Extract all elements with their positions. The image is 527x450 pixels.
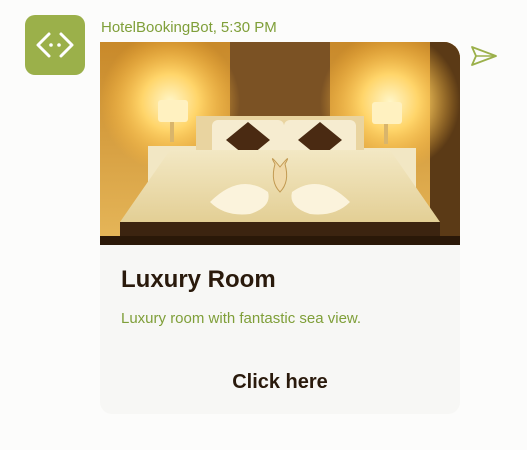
hero-card: Luxury Room Luxury room with fantastic s… (100, 42, 460, 414)
card-subtitle: Luxury room with fantastic sea view. (121, 310, 362, 327)
click-here-button[interactable]: Click here (100, 350, 460, 414)
meta-separator: , (212, 19, 217, 36)
bot-name: HotelBookingBot (101, 19, 213, 36)
bot-avatar (25, 15, 85, 75)
message-time: 5:30 PM (220, 19, 277, 36)
code-brackets-icon (36, 32, 74, 58)
send-icon (471, 46, 497, 66)
message-meta: HotelBookingBot, 5:30 PM (101, 19, 277, 36)
hotel-room-image (100, 42, 460, 245)
send-button[interactable] (470, 44, 498, 68)
card-title: Luxury Room (121, 266, 276, 293)
